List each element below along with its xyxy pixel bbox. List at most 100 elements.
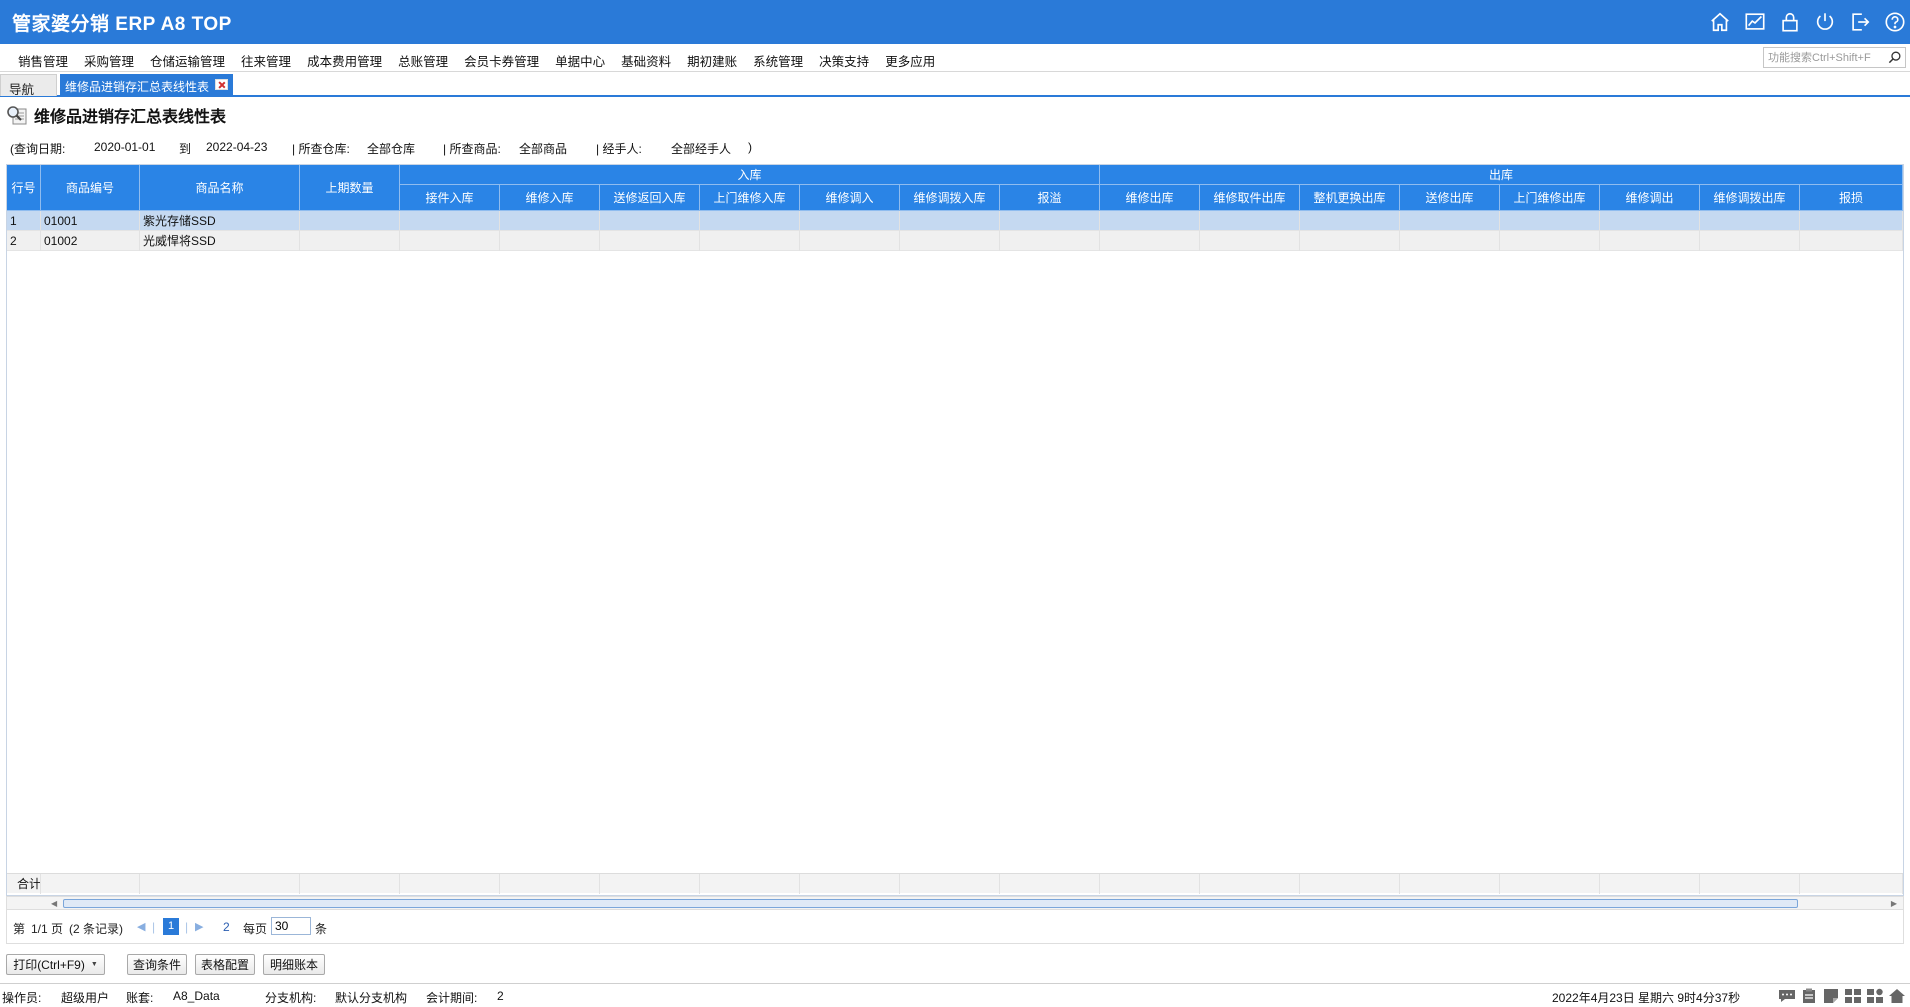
status-icons [1778,988,1906,1004]
page-link-2[interactable]: 2 [223,920,230,934]
table-cell [600,231,700,251]
column-group-header[interactable]: 入库 [400,165,1100,185]
column-header[interactable]: 报损 [1800,185,1903,211]
table-cell [1000,211,1100,231]
lock-icon[interactable] [1778,10,1801,33]
branch-value: 默认分支机构 [335,991,408,1005]
close-icon[interactable] [215,79,229,90]
per-page-input[interactable] [271,917,311,935]
clipboard-icon[interactable] [1800,988,1818,1004]
app-title: 管家婆分销 ERP A8 TOP [12,14,232,35]
table-cell: 1 [7,211,41,231]
menu-item[interactable]: 销售管理 [10,51,76,70]
datetime: 2022年4月23日 星期六 9时4分37秒 [1552,991,1741,1005]
column-header[interactable]: 整机更换出库 [1300,185,1400,211]
horizontal-scrollbar[interactable]: ◀ ▶ [6,896,1904,910]
column-header[interactable]: 接件入库 [400,185,500,211]
table-cell: 01001 [41,211,140,231]
prev-page-icon[interactable]: ◀ [137,920,145,933]
period-label: 会计期间: [426,991,478,1005]
logout-icon[interactable] [1848,10,1871,33]
menu-item[interactable]: 会员卡券管理 [456,51,547,70]
pager-divider: | [185,920,189,934]
table-row[interactable]: 1 01001 紫光存储SSD [7,211,1903,231]
query-conditions-button[interactable]: 查询条件 [127,954,187,975]
table-cell [300,211,400,231]
apps-icon[interactable] [1866,988,1884,1004]
menu-items: 销售管理 采购管理 仓储运输管理 往来管理 成本费用管理 总账管理 会员卡券管理 单据中心 基础… [10,51,943,70]
chart-icon[interactable] [1743,10,1766,33]
column-header[interactable]: 上期数量 [300,165,400,211]
column-header[interactable]: 送修返回入库 [600,185,700,211]
detail-ledger-button[interactable]: 明细账本 [263,954,325,975]
grid-icon[interactable] [1844,988,1862,1004]
menu-item[interactable]: 总账管理 [390,51,456,70]
column-header[interactable]: 维修调出 [1600,185,1700,211]
column-header[interactable]: 上门维修入库 [700,185,800,211]
message-icon[interactable] [1778,988,1796,1004]
column-header[interactable]: 报溢 [1000,185,1100,211]
column-header[interactable]: 维修调拨入库 [900,185,1000,211]
column-header[interactable]: 维修取件出库 [1200,185,1300,211]
home-icon[interactable] [1708,10,1731,33]
table-cell [500,211,600,231]
column-header[interactable]: 维修入库 [500,185,600,211]
total-cell [1100,874,1200,894]
menu-item[interactable]: 单据中心 [547,51,613,70]
function-search-input[interactable] [1764,48,1882,67]
function-search[interactable] [1763,47,1906,68]
column-header[interactable]: 维修出库 [1100,185,1200,211]
menu-item[interactable]: 仓储运输管理 [142,51,233,70]
print-button[interactable]: 打印(Ctrl+F9) ▼ [6,954,105,975]
table-cell [1400,211,1500,231]
operator-value: 超级用户 [61,991,110,1005]
total-label: 合计 [7,874,41,894]
pagination: 第 1/1 页 (2 条记录) ◀ | 1 | ▶ 2 每页 条 [6,910,1904,944]
table-cell [1100,231,1200,251]
home-icon[interactable] [1888,988,1906,1004]
menu-item[interactable]: 成本费用管理 [299,51,390,70]
scroll-left-icon[interactable]: ◀ [51,899,57,908]
total-cell [400,874,500,894]
table-cell [1300,231,1400,251]
note-icon[interactable] [1822,988,1840,1004]
table-cell [800,211,900,231]
column-header[interactable]: 商品名称 [140,165,300,211]
criteria-date-from: 2020-01-01 [94,140,156,154]
scrollbar-thumb[interactable] [63,899,1798,908]
menu-item[interactable]: 采购管理 [76,51,142,70]
tab-navigation[interactable]: 导航 [0,74,57,97]
column-header[interactable]: 商品编号 [41,165,140,211]
menu-item[interactable]: 更多应用 [877,51,943,70]
menu-item[interactable]: 基础资料 [613,51,679,70]
column-header[interactable]: 维修调拨出库 [1700,185,1800,211]
menu-bar: 销售管理 采购管理 仓储运输管理 往来管理 成本费用管理 总账管理 会员卡券管理 单据中心 基础… [0,44,1910,72]
column-header[interactable]: 上门维修出库 [1500,185,1600,211]
column-header[interactable]: 送修出库 [1400,185,1500,211]
menu-item[interactable]: 往来管理 [233,51,299,70]
next-page-icon[interactable]: ▶ [195,920,203,933]
table-config-button[interactable]: 表格配置 [195,954,255,975]
scroll-right-icon[interactable]: ▶ [1891,899,1897,908]
table-cell [1400,231,1500,251]
table-cell [1600,231,1700,251]
total-cell [500,874,600,894]
menu-item[interactable]: 期初建账 [679,51,745,70]
power-icon[interactable] [1813,10,1836,33]
column-group-header[interactable]: 出库 [1100,165,1903,185]
menu-item[interactable]: 决策支持 [811,51,877,70]
report-grid: 行号 商品编号 商品名称 上期数量 入库 出库 接件入库 维修入库 送修返回入库 上门维修入库 维修… [6,164,1904,896]
search-icon[interactable] [1887,50,1902,65]
current-page[interactable]: 1 [163,918,179,935]
total-cell [41,874,140,894]
menu-item[interactable]: 系统管理 [745,51,811,70]
tab-report[interactable]: 维修品进销存汇总表线性表 [60,74,234,96]
table-cell [900,231,1000,251]
column-header[interactable]: 行号 [7,165,41,211]
criteria-date-label: (查询日期: [10,142,66,156]
table-cell: 紫光存储SSD [140,211,300,231]
help-icon[interactable] [1883,10,1906,33]
table-cell [1600,211,1700,231]
table-row[interactable]: 2 01002 光威悍将SSD [7,231,1903,251]
column-header[interactable]: 维修调入 [800,185,900,211]
